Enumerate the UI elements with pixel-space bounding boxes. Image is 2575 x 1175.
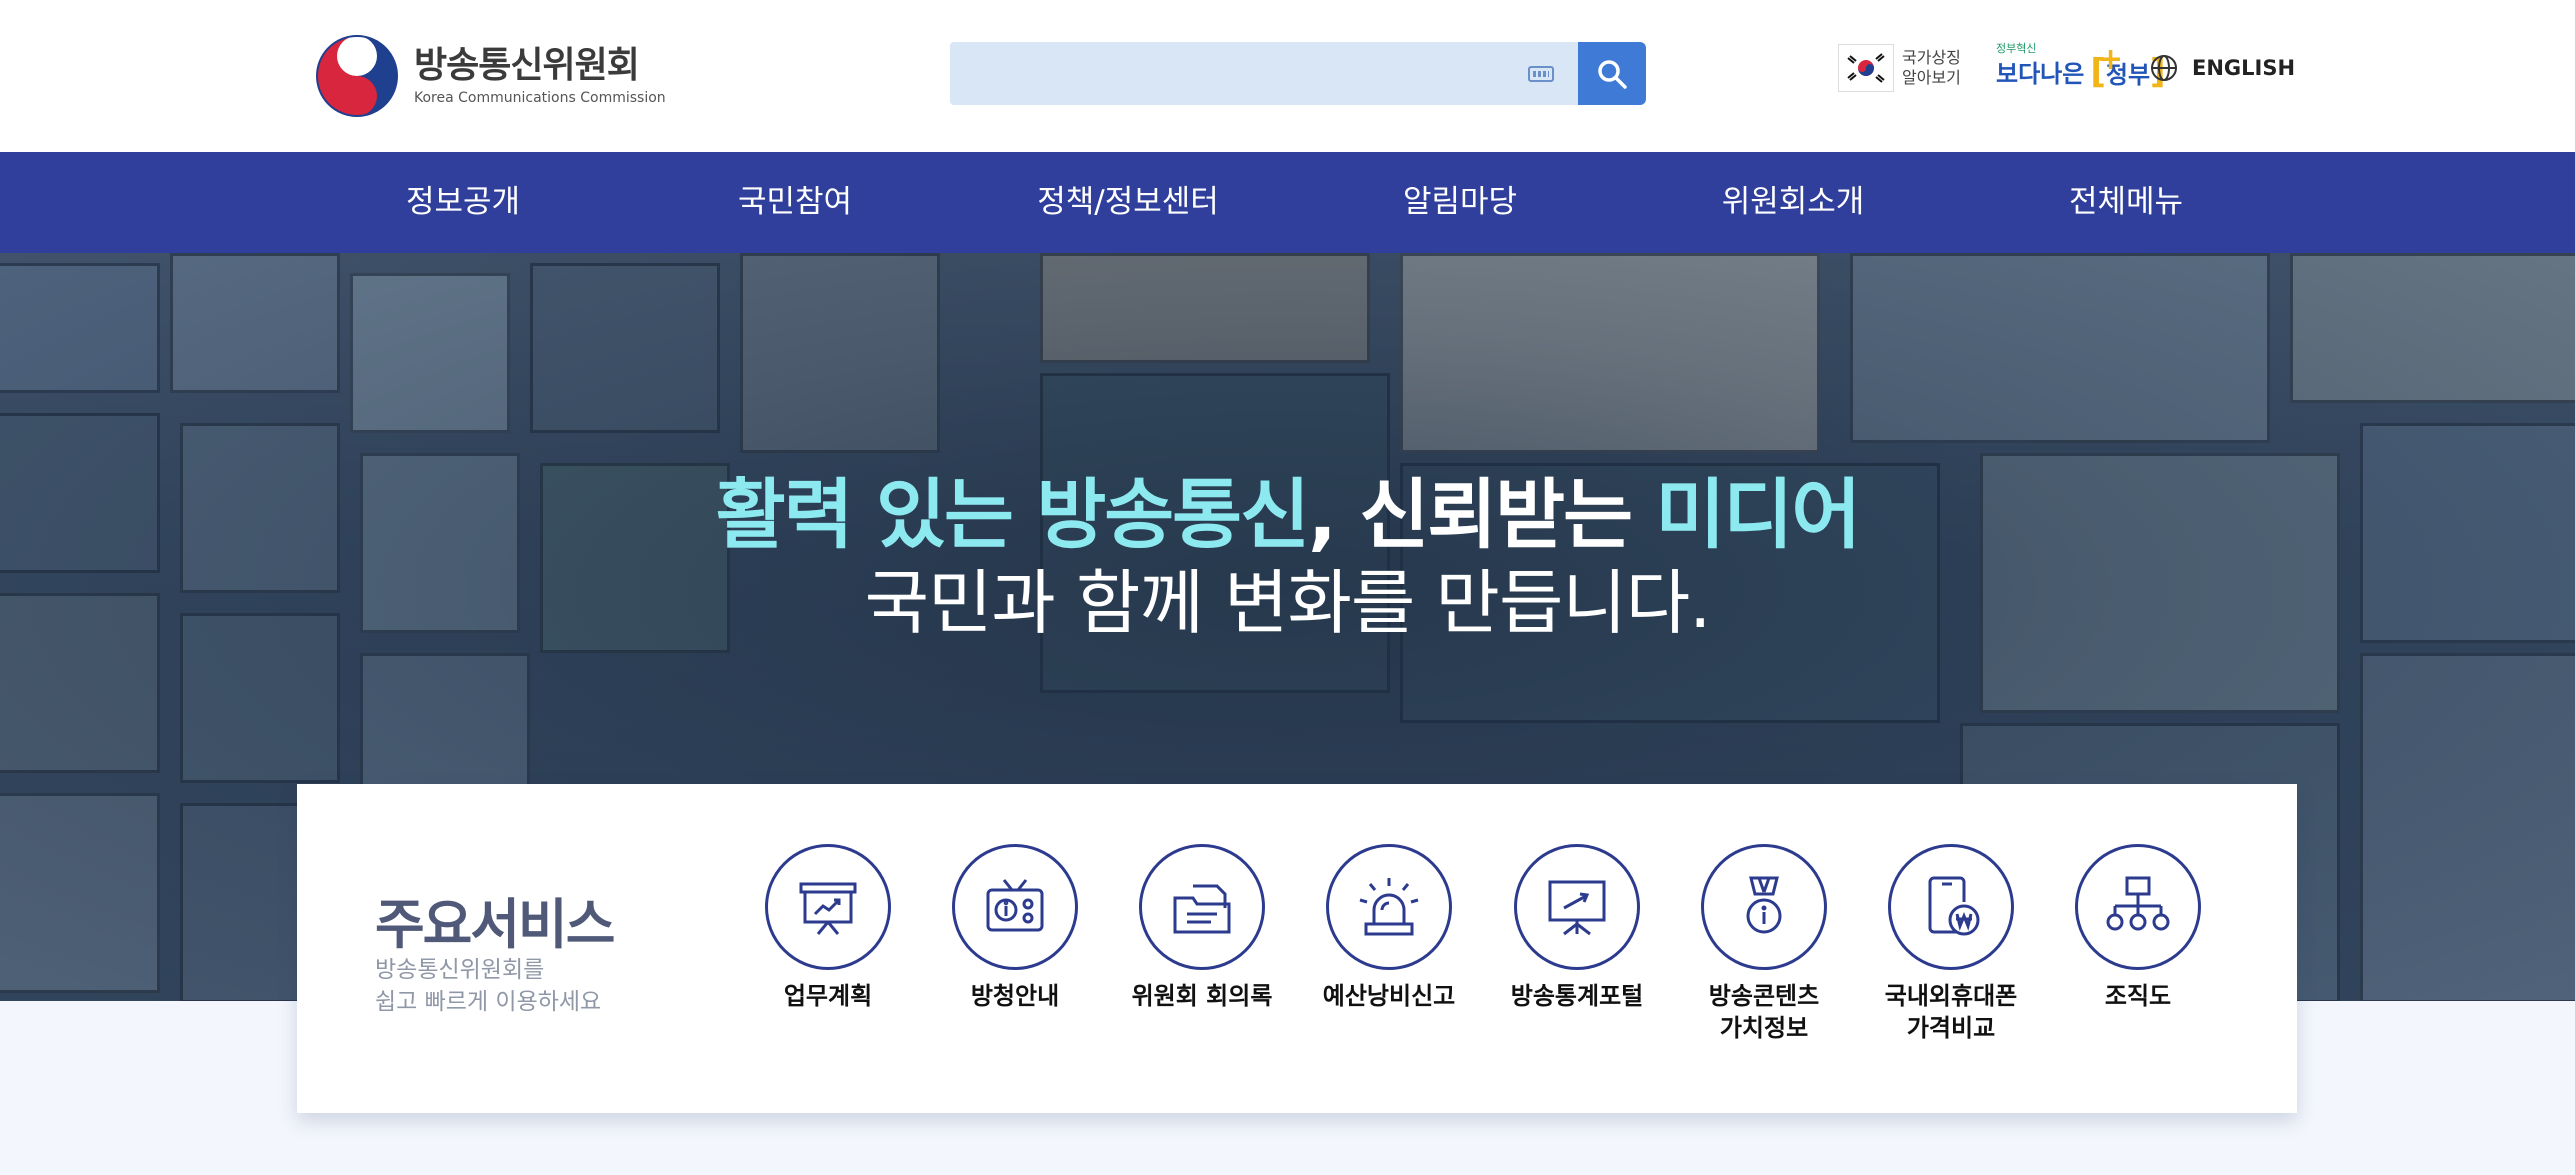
- search-bar: [950, 42, 1646, 105]
- logo-title: 방송통신위원회: [414, 45, 640, 86]
- service-label: 업무계획: [783, 982, 873, 1010]
- service-label: 조직도: [2104, 982, 2172, 1010]
- nav-item-info-disclosure[interactable]: 정보공개: [406, 152, 520, 253]
- korean-flag-icon: [1838, 44, 1894, 92]
- gov-innovation-small: 정부혁신: [1996, 42, 2037, 55]
- services-title: 주요서비스: [375, 893, 615, 956]
- main-navigation: 정보공개 국민참여 정책/정보센터 알림마당 위원회소개 전체메뉴: [0, 152, 2575, 253]
- english-link[interactable]: ENGLISH: [2150, 54, 2295, 82]
- logo-subtitle: Korea Communications Commission: [414, 90, 666, 106]
- gov-innovation-text: 보다나은: [1996, 59, 2085, 88]
- siren-icon: [1359, 878, 1419, 936]
- service-label: 방송통계포털: [1510, 982, 1644, 1010]
- service-organization-chart[interactable]: 조직도: [2043, 844, 2233, 1012]
- service-label: 국내외휴대폰 가격비교: [1884, 982, 2018, 1042]
- org-chart-icon: [2106, 876, 2170, 931]
- site-header: 방송통신위원회 Korea Communications Commission: [0, 0, 2575, 152]
- nav-item-policy-center[interactable]: 정책/정보센터: [1037, 152, 1219, 253]
- service-label: 예산낭비신고: [1322, 982, 1456, 1010]
- service-budget-waste-report[interactable]: 예산낭비신고: [1294, 844, 1484, 1012]
- service-label: 방청안내: [970, 982, 1060, 1010]
- service-visitor-guide[interactable]: 방청안내: [920, 844, 1110, 1012]
- nav-item-notice[interactable]: 알림마당: [1403, 152, 1517, 253]
- easel-chart-icon: [1548, 880, 1606, 936]
- presentation-chart-icon: [799, 882, 857, 935]
- symbol-text-line1: 국가상징: [1902, 48, 1961, 67]
- search-input[interactable]: [950, 42, 1578, 105]
- english-label: ENGLISH: [2192, 56, 2296, 80]
- service-broadcast-statistics[interactable]: 방송통계포털: [1482, 844, 1672, 1012]
- hero-subheadline: 국민과 함께 변화를 만듭니다.: [864, 562, 1712, 644]
- service-content-value-info[interactable]: 방송콘텐츠 가치정보: [1669, 844, 1859, 1044]
- medal-info-icon: [1746, 876, 1782, 934]
- radio-info-icon: [986, 879, 1044, 932]
- national-symbol-link[interactable]: 국가상징 알아보기: [1838, 44, 1961, 92]
- keyboard-icon[interactable]: [1528, 66, 1554, 82]
- folder-document-icon: [1173, 884, 1231, 934]
- search-icon: [1598, 59, 1627, 89]
- plus-icon: +: [2098, 42, 2124, 77]
- gov-innovation-link[interactable]: 정부혁신 보다나은 [정부]: [1996, 42, 2166, 91]
- site-logo[interactable]: 방송통신위원회 Korea Communications Commission: [316, 35, 666, 117]
- service-label: 방송콘텐츠 가치정보: [1708, 982, 1820, 1042]
- nav-item-about[interactable]: 위원회소개: [1722, 152, 1865, 253]
- nav-item-participation[interactable]: 국민참여: [738, 152, 852, 253]
- service-business-plan[interactable]: 업무계획: [733, 844, 923, 1012]
- service-phone-price-comparison[interactable]: 국내외휴대폰 가격비교: [1856, 844, 2046, 1044]
- service-meeting-minutes[interactable]: 위원회 회의록: [1107, 844, 1297, 1012]
- symbol-text-line2: 알아보기: [1902, 68, 1961, 87]
- nav-item-all-menu[interactable]: 전체메뉴: [2069, 152, 2183, 253]
- globe-icon: [2151, 55, 2177, 81]
- service-label: 위원회 회의록: [1131, 982, 1273, 1010]
- taegeuk-logo-icon: [316, 35, 398, 117]
- services-description: 방송통신위원회를 쉽고 빠르게 이용하세요: [375, 957, 602, 1015]
- main-services-card: 주요서비스 방송통신위원회를 쉽고 빠르게 이용하세요 업무계획 방청안내 위원…: [297, 784, 2297, 1113]
- phone-won-icon: [1928, 876, 1980, 936]
- search-button[interactable]: [1578, 42, 1646, 105]
